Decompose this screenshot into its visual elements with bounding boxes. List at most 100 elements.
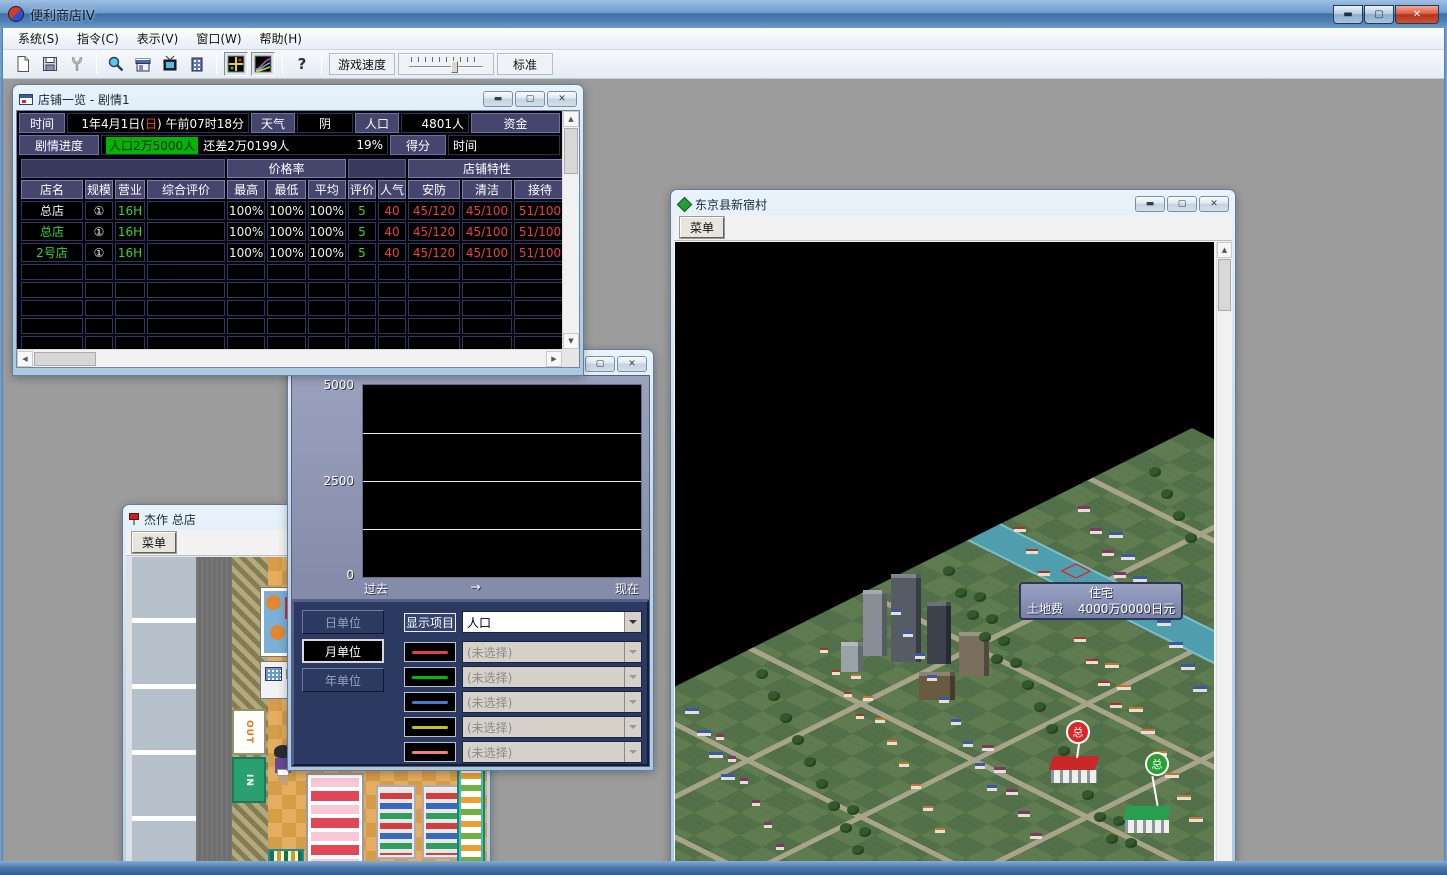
slider-thumb[interactable]: [451, 61, 458, 73]
maximize-button[interactable]: ▢: [1364, 5, 1394, 24]
empty-cell: [85, 300, 113, 316]
cell-overall: [147, 201, 225, 220]
map-house: [856, 714, 864, 719]
menu-item-1[interactable]: 指令(C): [68, 28, 128, 49]
time-label: 时间: [19, 113, 65, 133]
close-button[interactable]: ✕: [1395, 5, 1439, 24]
chart-crosshair-icon[interactable]: [224, 52, 248, 76]
series-select-value: (未选择): [463, 692, 624, 712]
map-viewport[interactable]: 总 总 住宅 土地费4000万0000日元: [675, 242, 1214, 861]
empty-cell: [267, 264, 305, 280]
map-maximize-button[interactable]: ▢: [1167, 196, 1197, 212]
map-tree: [1046, 724, 1058, 734]
cell-name: 总店: [21, 222, 83, 241]
store-building-red[interactable]: [1051, 756, 1097, 783]
map-house: [994, 767, 1006, 773]
menu-item-4[interactable]: 帮助(H): [251, 28, 311, 49]
series-select[interactable]: (未选择): [462, 716, 642, 738]
map-minimize-button[interactable]: ▬: [1135, 196, 1165, 212]
map-tree: [974, 592, 986, 602]
table-row[interactable]: 2号店①16H100%100%100%54045/12045/10051/100: [21, 243, 566, 262]
road: [196, 557, 232, 861]
map-tree: [816, 779, 828, 789]
day-unit-button[interactable]: 日单位: [302, 610, 384, 634]
cell-max: 100%: [227, 243, 265, 262]
head-store-marker-green[interactable]: 总: [1145, 752, 1169, 776]
progress-label: 剧情进度: [19, 135, 99, 155]
map-house: [1038, 571, 1050, 576]
series-select-value: (未选择): [463, 667, 624, 687]
series-select[interactable]: (未选择): [462, 741, 642, 763]
menu-item-2[interactable]: 表示(V): [128, 28, 188, 49]
menu-item-3[interactable]: 窗口(W): [187, 28, 250, 49]
map-house: [875, 718, 885, 723]
shop-vertical-scrollbar[interactable]: ▲ ▼: [562, 111, 579, 349]
shop-close-button[interactable]: ✕: [547, 91, 577, 107]
map-menu-row: 菜单: [674, 215, 1232, 241]
head-store-marker-red[interactable]: 总: [1066, 720, 1090, 744]
column-header: 最高: [227, 180, 265, 199]
tv-icon[interactable]: [158, 52, 182, 76]
shop-list-window: 店铺一览 - 剧情1 ▬ ▢ ✕ 时间 1年4月1日(日) 午前07时18分 天…: [13, 85, 583, 375]
map-house: [1141, 729, 1155, 734]
graph-icon[interactable]: [251, 52, 275, 76]
shop-list-titlebar[interactable]: 店铺一览 - 剧情1 ▬ ▢ ✕: [16, 88, 580, 110]
cell-clean: 45/100: [462, 201, 512, 220]
map-window-titlebar[interactable]: 东京县新宿村 ▬ ▢ ✕: [674, 193, 1232, 215]
year-unit-button[interactable]: 年单位: [302, 668, 384, 692]
map-tree: [840, 823, 852, 833]
series-select[interactable]: (未选择): [462, 666, 642, 688]
store-building-green[interactable]: [1125, 806, 1169, 833]
series-select[interactable]: (未选择): [462, 641, 642, 663]
map-house: [1090, 528, 1102, 534]
table-row[interactable]: 总店①16H100%100%100%54045/12045/10051/100: [21, 222, 566, 241]
minimize-button[interactable]: ▬: [1333, 5, 1363, 24]
map-house: [1086, 659, 1098, 664]
month-unit-button[interactable]: 月单位: [302, 639, 384, 663]
column-header: 安防: [408, 180, 460, 199]
map-menu-button[interactable]: 菜单: [680, 217, 724, 238]
dropdown-arrow-icon[interactable]: [624, 612, 641, 632]
empty-cell: [21, 264, 83, 280]
display-item-select[interactable]: 人口: [462, 611, 642, 633]
y-tick-min: 0: [292, 568, 354, 582]
graph-client: 5000 2500 0 过去 → 现在 日单位 月单位 年单位 显示项目 人口 …: [291, 375, 650, 767]
building-icon[interactable]: [185, 52, 209, 76]
shop-maximize-button[interactable]: ▢: [515, 91, 545, 107]
empty-cell: [308, 282, 346, 298]
progress-goal: 人口2万5000人: [106, 137, 198, 154]
shop-list-client: 时间 1年4月1日(日) 午前07时18分 天气 阴 人口 4801人 资金 剧…: [16, 110, 580, 368]
graph-maximize-button[interactable]: ▢: [585, 356, 615, 372]
store-menu-button[interactable]: 菜单: [132, 532, 176, 553]
bento-shelf: [457, 763, 485, 861]
game-speed-slider[interactable]: [398, 53, 494, 75]
column-header: 店名: [21, 180, 83, 199]
cell-overall: [147, 222, 225, 241]
shop-table: 价格率店铺特性店名规模营业综合评价最高最低平均评价人气安防清洁接待总店①16H1…: [19, 157, 568, 368]
wrench-icon[interactable]: [65, 52, 89, 76]
table-row[interactable]: 总店①16H100%100%100%54045/12045/10051/100: [21, 201, 566, 220]
map-house: [975, 763, 985, 769]
search-icon[interactable]: [104, 52, 128, 76]
menu-item-0[interactable]: 系统(S): [9, 28, 68, 49]
map-vertical-scrollbar[interactable]: ▲: [1216, 242, 1232, 861]
population-value: 4801人: [401, 113, 469, 133]
cell-avg: 100%: [308, 201, 346, 220]
shop-horizontal-scrollbar[interactable]: ◀ ▶: [17, 349, 562, 367]
shop-minimize-button[interactable]: ▬: [483, 91, 513, 107]
toolbar-separator: [321, 54, 322, 74]
save-icon[interactable]: [38, 52, 62, 76]
series-select[interactable]: (未选择): [462, 691, 642, 713]
desktop: 东京县新宿村 ▬ ▢ ✕ 菜单 总: [3, 79, 1444, 861]
map-tree: [955, 588, 967, 598]
river: [967, 524, 1214, 861]
store-icon[interactable]: [131, 52, 155, 76]
help-icon[interactable]: ?: [290, 52, 314, 76]
graph-close-button[interactable]: ✕: [617, 356, 647, 372]
empty-cell: [408, 300, 460, 316]
new-document-icon[interactable]: [11, 52, 35, 76]
map-house: [939, 697, 949, 703]
map-close-button[interactable]: ✕: [1199, 196, 1229, 212]
map-house: [844, 692, 852, 697]
empty-cell: [115, 264, 145, 280]
